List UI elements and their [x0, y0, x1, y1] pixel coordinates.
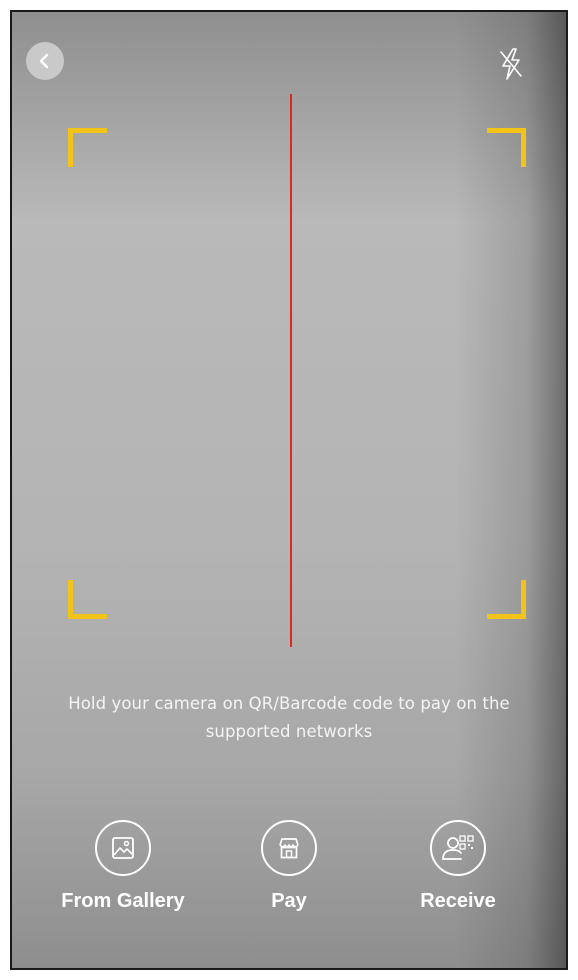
scan-instruction-text: Hold your camera on QR/Barcode code to p… — [68, 694, 510, 741]
from-gallery-label: From Gallery — [61, 890, 185, 912]
pay-label: Pay — [271, 890, 307, 912]
scan-frame-corner-top-left — [68, 128, 107, 167]
back-button[interactable] — [26, 42, 64, 80]
flash-toggle-button[interactable] — [496, 46, 526, 82]
flash-off-icon — [500, 48, 522, 80]
pay-button[interactable]: Pay — [209, 820, 369, 913]
receive-icon-circle — [430, 820, 486, 876]
scan-line — [290, 94, 292, 647]
chevron-left-icon — [39, 53, 49, 69]
from-gallery-button[interactable]: From Gallery — [43, 820, 203, 913]
from-gallery-icon-circle — [95, 820, 151, 876]
scan-frame-corner-bottom-right — [487, 580, 526, 619]
user-qr-code-icon — [442, 835, 474, 860]
pay-icon-circle — [261, 820, 317, 876]
storefront-icon — [279, 838, 299, 859]
scan-frame-corner-bottom-left — [68, 580, 107, 619]
receive-button[interactable]: Receive — [378, 820, 538, 913]
scan-frame-corner-top-right — [487, 128, 526, 167]
gallery-image-icon — [112, 837, 134, 859]
receive-label: Receive — [420, 890, 496, 912]
camera-viewfinder: Hold your camera on QR/Barcode code to p… — [10, 10, 568, 970]
scanner-action-bar: From Gallery Pay Receive — [12, 820, 566, 930]
